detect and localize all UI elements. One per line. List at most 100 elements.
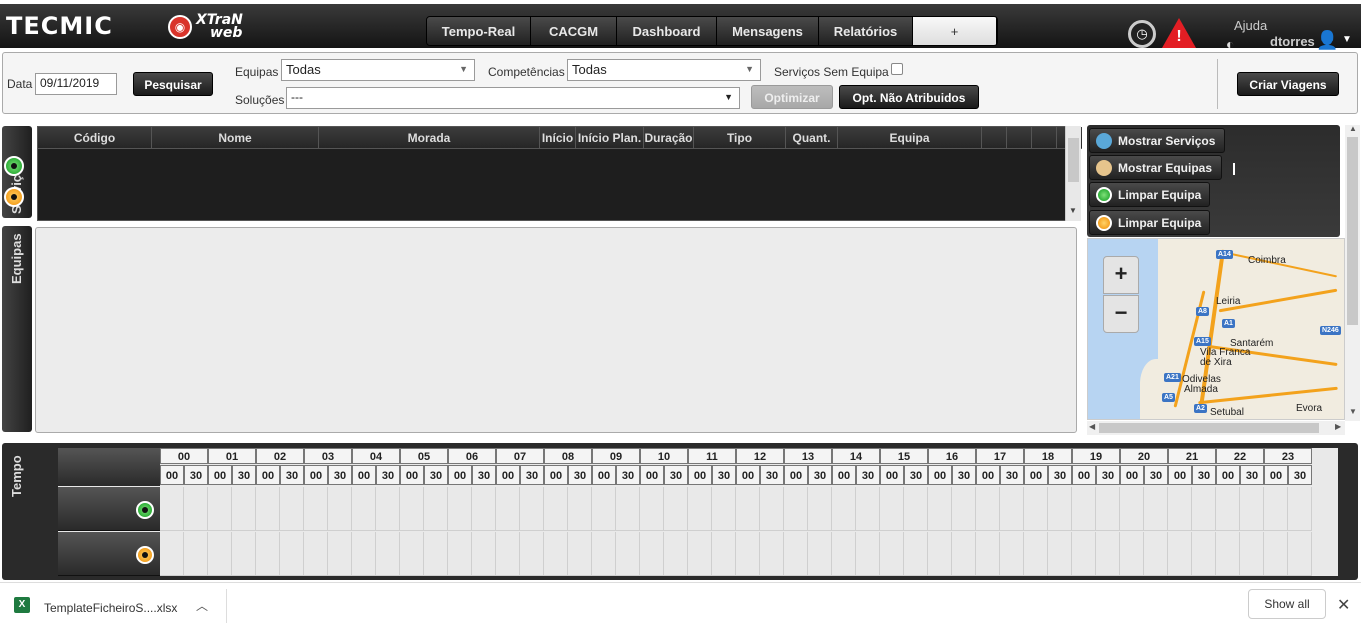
- col-duration[interactable]: Duração: [644, 127, 694, 149]
- timeline-cell[interactable]: [952, 532, 976, 576]
- scroll-left-icon[interactable]: ◀: [1089, 422, 1095, 431]
- timeline-cell[interactable]: [400, 487, 424, 531]
- col-address[interactable]: Morada: [319, 127, 540, 149]
- col-extra-1[interactable]: [982, 127, 1007, 149]
- search-button[interactable]: Pesquisar: [133, 72, 213, 96]
- scroll-thumb[interactable]: [1347, 137, 1358, 325]
- timeline-cell[interactable]: [304, 532, 328, 576]
- help-link[interactable]: Ajuda: [1234, 18, 1267, 33]
- timeline-cell[interactable]: [856, 487, 880, 531]
- timeline-cell[interactable]: [664, 532, 688, 576]
- timeline-cell[interactable]: [880, 487, 904, 531]
- timeline-cell[interactable]: [256, 532, 280, 576]
- timeline-cell[interactable]: [760, 532, 784, 576]
- timeline-cell[interactable]: [472, 487, 496, 531]
- timeline-cell[interactable]: [1096, 532, 1120, 576]
- timeline-cell[interactable]: [1096, 487, 1120, 531]
- zoom-out-button[interactable]: −: [1103, 295, 1139, 333]
- tab-cacgm[interactable]: CACGM: [531, 17, 617, 45]
- timeline-cell[interactable]: [424, 532, 448, 576]
- timeline-cell[interactable]: [928, 487, 952, 531]
- timeline-cell[interactable]: [1000, 487, 1024, 531]
- show-teams-button[interactable]: Mostrar Equipas: [1089, 155, 1222, 180]
- clock-icon[interactable]: ◷: [1128, 20, 1156, 48]
- col-extra-2[interactable]: [1007, 127, 1032, 149]
- orange-marker-icon[interactable]: [4, 187, 24, 207]
- timeline-cell[interactable]: [280, 532, 304, 576]
- timeline-cell[interactable]: [688, 487, 712, 531]
- show-all-button[interactable]: Show all: [1248, 589, 1326, 619]
- timeline-cell[interactable]: [328, 532, 352, 576]
- col-quantity[interactable]: Quant.: [786, 127, 838, 149]
- date-input[interactable]: 09/11/2019: [35, 73, 117, 95]
- timeline-cell[interactable]: [352, 487, 376, 531]
- timeline-cell[interactable]: [1240, 487, 1264, 531]
- col-extra-3[interactable]: [1032, 127, 1057, 149]
- timeline-cell[interactable]: [976, 487, 1000, 531]
- timeline-row-green[interactable]: [58, 487, 160, 531]
- timeline-cell[interactable]: [880, 532, 904, 576]
- tab-add[interactable]: +: [913, 17, 997, 45]
- timeline-cell[interactable]: [1120, 487, 1144, 531]
- timeline-cell[interactable]: [904, 487, 928, 531]
- timeline-cell[interactable]: [616, 487, 640, 531]
- timeline-cell[interactable]: [544, 532, 568, 576]
- timeline-cell[interactable]: [1264, 487, 1288, 531]
- timeline-cell[interactable]: [1024, 532, 1048, 576]
- timeline-cell[interactable]: [160, 532, 184, 576]
- timeline-cell[interactable]: [184, 532, 208, 576]
- timeline-cell[interactable]: [304, 487, 328, 531]
- timeline-cell[interactable]: [784, 532, 808, 576]
- solutions-select[interactable]: --- ▼: [286, 87, 740, 109]
- timeline-cell[interactable]: [712, 487, 736, 531]
- col-name[interactable]: Nome: [152, 127, 319, 149]
- timeline-cell[interactable]: [856, 532, 880, 576]
- timeline-cell[interactable]: [1144, 532, 1168, 576]
- opt-unassigned-button[interactable]: Opt. Não Atribuidos: [839, 85, 979, 109]
- teams-select[interactable]: Todas ▼: [281, 59, 475, 81]
- timeline-cell[interactable]: [280, 487, 304, 531]
- tab-mensagens[interactable]: Mensagens: [717, 17, 819, 45]
- timeline-cell[interactable]: [1024, 487, 1048, 531]
- timeline-cell[interactable]: [352, 532, 376, 576]
- no-team-checkbox[interactable]: [891, 63, 903, 75]
- timeline-cell[interactable]: [904, 532, 928, 576]
- scroll-down-icon[interactable]: ▼: [1069, 206, 1077, 215]
- col-planned-start[interactable]: Início Plan.: [576, 127, 644, 149]
- timeline-cell[interactable]: [592, 532, 616, 576]
- timeline-cell[interactable]: [400, 532, 424, 576]
- clear-team-green-button[interactable]: Limpar Equipa: [1089, 182, 1210, 207]
- timeline-cell[interactable]: [1192, 532, 1216, 576]
- col-start[interactable]: Início: [540, 127, 576, 149]
- zoom-in-button[interactable]: +: [1103, 256, 1139, 294]
- timeline-cell[interactable]: [208, 487, 232, 531]
- timeline-cell[interactable]: [1048, 487, 1072, 531]
- timeline-cell[interactable]: [496, 487, 520, 531]
- timeline-cell[interactable]: [760, 487, 784, 531]
- timeline-cell[interactable]: [376, 532, 400, 576]
- timeline-cell[interactable]: [256, 487, 280, 531]
- scroll-up-icon[interactable]: ▲: [1349, 124, 1357, 133]
- map-panel-scrollbar[interactable]: ▲ ▼: [1345, 124, 1360, 421]
- col-team[interactable]: Equipa: [838, 127, 982, 149]
- timeline-cell[interactable]: [160, 487, 184, 531]
- timeline-cell[interactable]: [424, 487, 448, 531]
- timeline-cell[interactable]: [1000, 532, 1024, 576]
- timeline-cell[interactable]: [832, 532, 856, 576]
- timeline-cell[interactable]: [784, 487, 808, 531]
- timeline-cell[interactable]: [232, 487, 256, 531]
- scroll-thumb[interactable]: [1068, 138, 1079, 182]
- timeline-cell[interactable]: [1072, 532, 1096, 576]
- timeline-cell[interactable]: [1288, 532, 1312, 576]
- green-marker-icon[interactable]: [4, 156, 24, 176]
- timeline-cell[interactable]: [1192, 487, 1216, 531]
- timeline-cell[interactable]: [472, 532, 496, 576]
- timeline-cell[interactable]: [448, 532, 472, 576]
- download-file-name[interactable]: TemplateFicheiroS....xlsx: [44, 601, 177, 615]
- user-icon[interactable]: 👤: [1316, 30, 1338, 51]
- timeline-cell[interactable]: [1288, 487, 1312, 531]
- timeline-cell[interactable]: [376, 487, 400, 531]
- optimize-button[interactable]: Optimizar: [751, 85, 833, 109]
- tab-tempo-real[interactable]: Tempo-Real: [427, 17, 531, 45]
- timeline-cell[interactable]: [808, 487, 832, 531]
